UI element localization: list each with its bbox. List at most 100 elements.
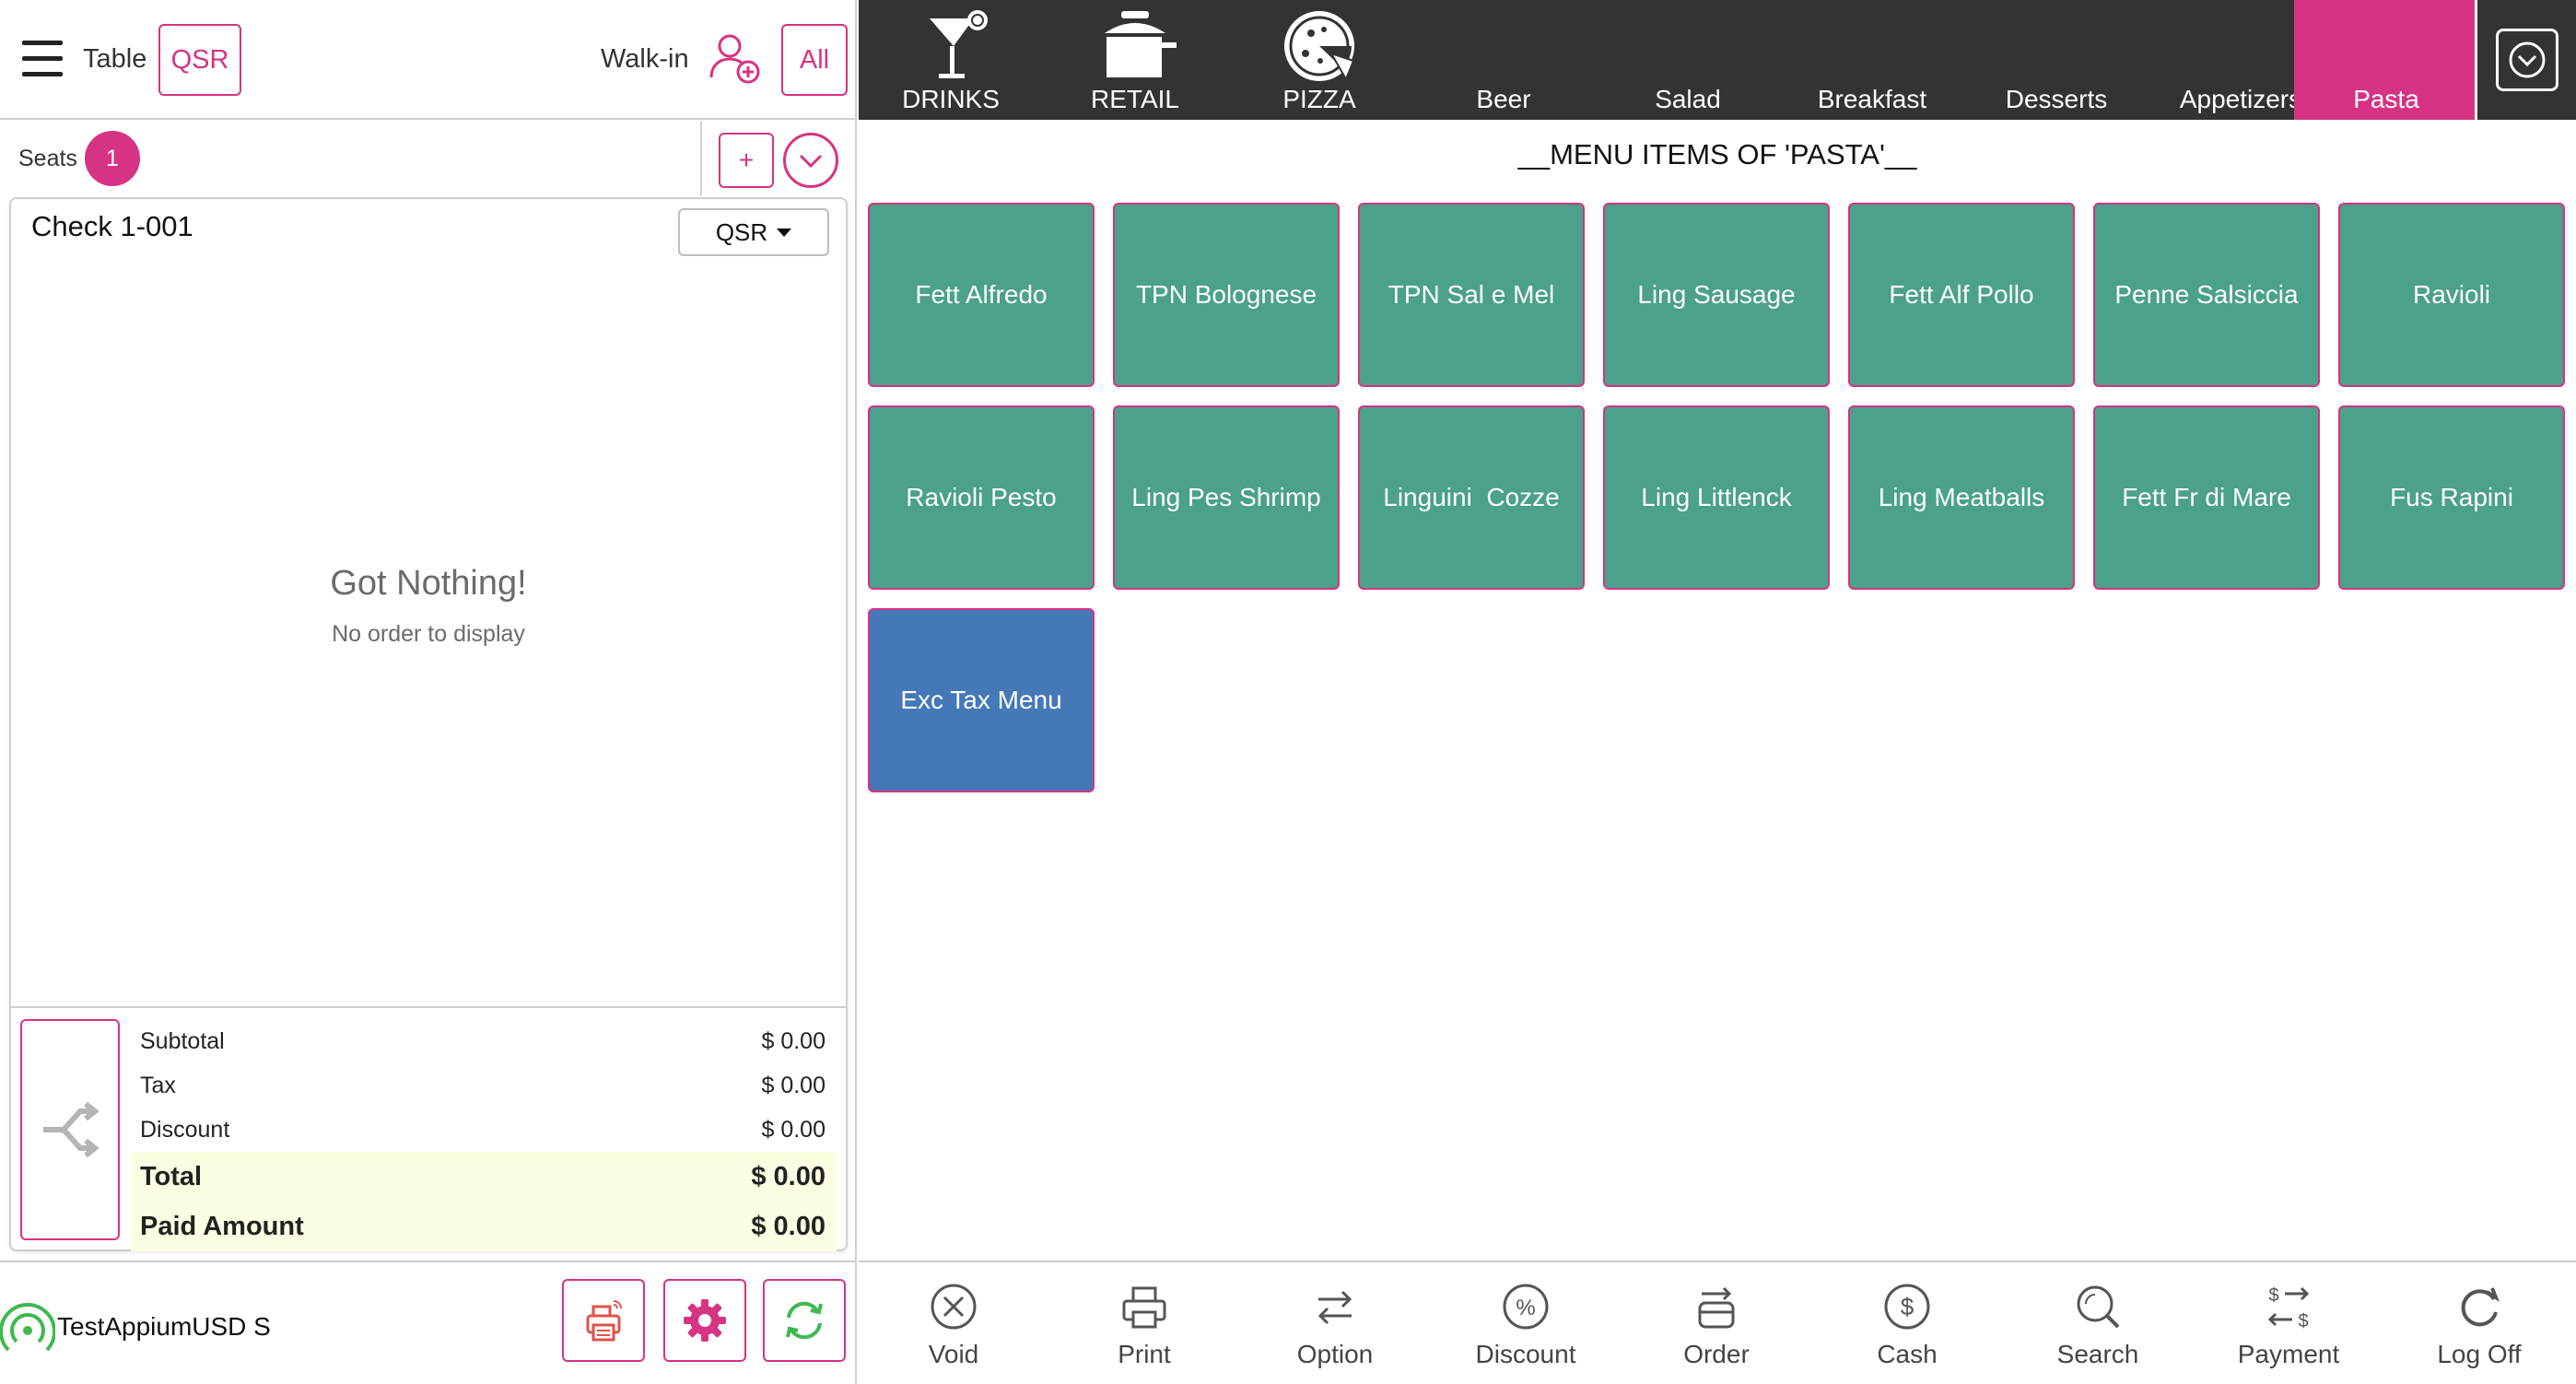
subtotal-value: $ 0.00 <box>761 1027 825 1054</box>
category-label: Pasta <box>2353 85 2419 113</box>
menu-item-tile[interactable]: Fett Fr di Mare <box>2093 405 2320 590</box>
seats-bar: Seats 1 + <box>0 122 857 195</box>
cocktail-icon <box>930 10 988 78</box>
qsr-button[interactable]: QSR <box>158 24 241 96</box>
more-categories-button[interactable] <box>2475 0 2576 120</box>
category-drinks[interactable]: DRINKS <box>859 0 1043 120</box>
check-title: Check 1-001 <box>31 210 193 242</box>
category-label: DRINKS <box>902 85 1000 113</box>
svg-text:$: $ <box>2298 1311 2308 1331</box>
category-label: PIZZA <box>1282 85 1356 113</box>
search-button[interactable]: Search <box>2006 1281 2190 1382</box>
discount-label: Discount <box>140 1116 230 1143</box>
category-label: Desserts <box>2005 85 2108 113</box>
svg-text:$: $ <box>2268 1285 2278 1306</box>
category-pizza[interactable]: PIZZA <box>1227 0 1411 120</box>
refresh-icon <box>786 1301 823 1340</box>
search-icon <box>2077 1285 2120 1329</box>
percent-icon: % <box>1503 1284 1549 1330</box>
cash-button[interactable]: $ Cash <box>1815 1281 1999 1382</box>
walkin-label[interactable]: Walk-in <box>601 44 689 75</box>
expand-box <box>2495 29 2558 91</box>
void-button[interactable]: Void <box>861 1281 1046 1382</box>
action-bar: Void Print Option % Discount Order $ Cas… <box>859 1261 2576 1384</box>
category-salad[interactable]: Salad <box>1596 0 1780 120</box>
total-label: Total <box>140 1161 203 1191</box>
paid-amount-label: Paid Amount <box>140 1211 304 1241</box>
order-type-dropdown[interactable]: QSR <box>678 208 829 256</box>
gear-icon <box>684 1299 726 1342</box>
split-check-button[interactable] <box>20 1019 120 1240</box>
action-label: Discount <box>1475 1340 1576 1368</box>
user-label: TestAppiumUSD S <box>57 1312 271 1341</box>
menu-item-tile[interactable]: Ling Meatballs <box>1848 405 2075 590</box>
split-icon <box>43 1102 100 1157</box>
hamburger-menu-icon[interactable] <box>22 41 63 77</box>
log-off-button[interactable]: Log Off <box>2387 1281 2571 1382</box>
total-value: $ 0.00 <box>751 1161 825 1191</box>
menu-item-tile[interactable]: Exc Tax Menu <box>868 608 1095 792</box>
printer-status-button[interactable] <box>562 1279 645 1362</box>
menu-item-tile[interactable]: TPN Sal e Mel <box>1358 203 1585 387</box>
sync-button[interactable] <box>763 1279 846 1362</box>
dollar-icon: $ <box>1884 1284 1930 1330</box>
empty-state-title: Got Nothing! <box>330 564 527 603</box>
payment-button[interactable]: $ $ Payment <box>2196 1281 2381 1382</box>
connection-status-icon <box>0 1303 55 1352</box>
menu-item-tile[interactable]: Ling Littlenck <box>1603 405 1830 590</box>
menu-item-tile[interactable]: Fus Rapini <box>2338 405 2565 590</box>
action-label: Cash <box>1877 1340 1938 1368</box>
paid-amount-value: $ 0.00 <box>751 1211 825 1241</box>
status-footer: TestAppiumUSD S <box>0 1261 857 1384</box>
void-icon <box>931 1284 977 1330</box>
discount-value: $ 0.00 <box>761 1116 825 1143</box>
caret-down-icon <box>777 228 792 237</box>
svg-text:%: % <box>1516 1296 1535 1320</box>
pos-app: Table QSR Walk-in All Seats 1 + Check 1-… <box>0 0 2576 1384</box>
printer-icon <box>586 1300 622 1342</box>
all-button[interactable]: All <box>781 24 848 96</box>
payment-icon: $ $ <box>2267 1285 2310 1331</box>
category-desserts[interactable]: Desserts <box>1964 0 2149 120</box>
action-label: Log Off <box>2437 1340 2522 1368</box>
order-type-value: QSR <box>715 217 768 246</box>
tax-label: Tax <box>140 1072 176 1098</box>
order-button[interactable]: Order <box>1624 1281 1809 1382</box>
menu-item-tile[interactable]: Ravioli Pesto <box>868 405 1095 590</box>
category-beer[interactable]: Beer <box>1411 0 1596 120</box>
add-seat-button[interactable]: + <box>719 133 774 188</box>
settings-button[interactable] <box>663 1279 746 1362</box>
chevron-down-circle-icon <box>2509 41 2545 78</box>
order-icon <box>1698 1286 1735 1329</box>
category-retail[interactable]: RETAIL <box>1043 0 1227 120</box>
menu-item-tile[interactable]: Fett Alf Pollo <box>1848 203 2075 387</box>
menu-item-tile[interactable]: Ling Sausage <box>1603 203 1830 387</box>
add-customer-icon[interactable] <box>706 29 765 88</box>
paid-amount-row: Paid Amount $ 0.00 <box>131 1202 837 1251</box>
menu-item-tile[interactable]: Fett Alfredo <box>868 203 1095 387</box>
pizza-icon <box>1284 11 1355 82</box>
order-panel: Table QSR Walk-in All Seats 1 + Check 1-… <box>0 0 857 1384</box>
category-breakfast[interactable]: Breakfast <box>1780 0 1964 120</box>
discount-button[interactable]: % Discount <box>1434 1281 1618 1382</box>
option-button[interactable]: Option <box>1243 1281 1427 1382</box>
table-label[interactable]: Table <box>83 44 146 75</box>
subtotal-label: Subtotal <box>140 1027 225 1054</box>
category-label: Beer <box>1476 85 1531 113</box>
action-label: Search <box>2056 1340 2139 1368</box>
menu-item-tile[interactable]: Ling Pes Shrimp <box>1113 405 1340 590</box>
expand-seats-button[interactable] <box>783 133 838 188</box>
seats-label: Seats <box>18 146 77 171</box>
menu-item-tile[interactable]: TPN Bolognese <box>1113 203 1340 387</box>
menu-item-tile[interactable]: Penne Salsiccia <box>2093 203 2320 387</box>
order-topbar: Table QSR Walk-in All <box>0 0 857 120</box>
menu-item-tile[interactable]: Ravioli <box>2338 203 2565 387</box>
seat-badge[interactable]: 1 <box>85 131 140 186</box>
action-label: Void <box>928 1340 979 1368</box>
logoff-icon <box>2461 1287 2500 1327</box>
category-label: Salad <box>1655 85 1721 113</box>
check-card: Check 1-001 QSR Got Nothing! No order to… <box>9 197 848 1251</box>
print-button[interactable]: Print <box>1052 1281 1236 1382</box>
category-pasta[interactable]: Pasta <box>2294 0 2478 120</box>
menu-item-tile[interactable]: Linguini Cozze <box>1358 405 1585 590</box>
